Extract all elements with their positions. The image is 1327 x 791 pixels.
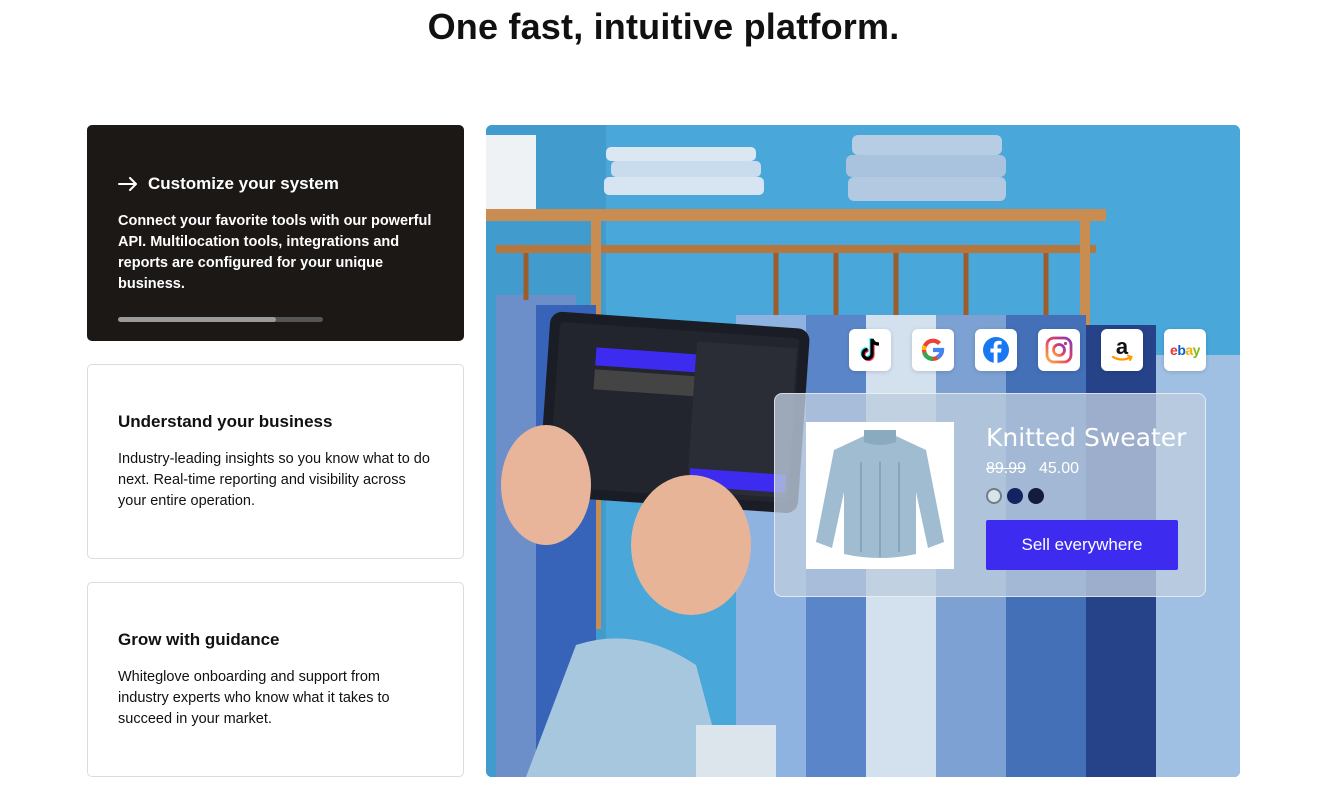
product-card: Knitted Sweater 89.99 45.00 Sell everywh…: [774, 393, 1206, 597]
arrow-right-icon: [118, 177, 137, 191]
product-original-price: 89.99: [986, 460, 1027, 477]
feature-card-customize[interactable]: Customize your system Connect your favor…: [87, 125, 464, 341]
facebook-icon: [975, 329, 1017, 371]
product-name: Knitted Sweater: [986, 423, 1187, 452]
feature-title: Customize your system: [148, 174, 339, 193]
color-swatch[interactable]: [1028, 488, 1044, 504]
tiktok-icon: [849, 329, 891, 371]
sell-everywhere-button[interactable]: Sell everywhere: [986, 520, 1178, 570]
feature-card-understand[interactable]: Understand your business Industry-leadin…: [87, 364, 464, 559]
hero-image: a ebay Knitted Sweater 89.99 45.00 Sell …: [486, 125, 1240, 777]
feature-description: Connect your favorite tools with our pow…: [118, 213, 432, 292]
ebay-icon: ebay: [1164, 329, 1206, 371]
product-image: [806, 422, 954, 569]
instagram-icon: [1038, 329, 1080, 371]
google-icon: [912, 329, 954, 371]
feature-title-row: Customize your system: [118, 174, 433, 194]
ebay-wordmark: ebay: [1170, 342, 1200, 358]
feature-description: Whiteglove onboarding and support from i…: [118, 669, 390, 727]
amazon-icon: a: [1101, 329, 1143, 371]
feature-title: Grow with guidance: [118, 630, 280, 649]
feature-progress-bar: [118, 317, 323, 322]
page-title: One fast, intuitive platform.: [427, 6, 900, 47]
color-swatch[interactable]: [986, 488, 1002, 504]
sales-channel-icons: a ebay: [849, 329, 1206, 371]
feature-title: Understand your business: [118, 412, 333, 431]
feature-card-grow[interactable]: Grow with guidance Whiteglove onboarding…: [87, 582, 464, 777]
color-swatches: [986, 488, 1044, 504]
feature-description: Industry-leading insights so you know wh…: [118, 451, 430, 509]
svg-text:a: a: [1116, 336, 1129, 359]
color-swatch[interactable]: [1007, 488, 1023, 504]
feature-progress-fill: [118, 317, 276, 322]
sweater-illustration: [816, 430, 944, 558]
product-sale-price: 45.00: [1039, 460, 1080, 477]
